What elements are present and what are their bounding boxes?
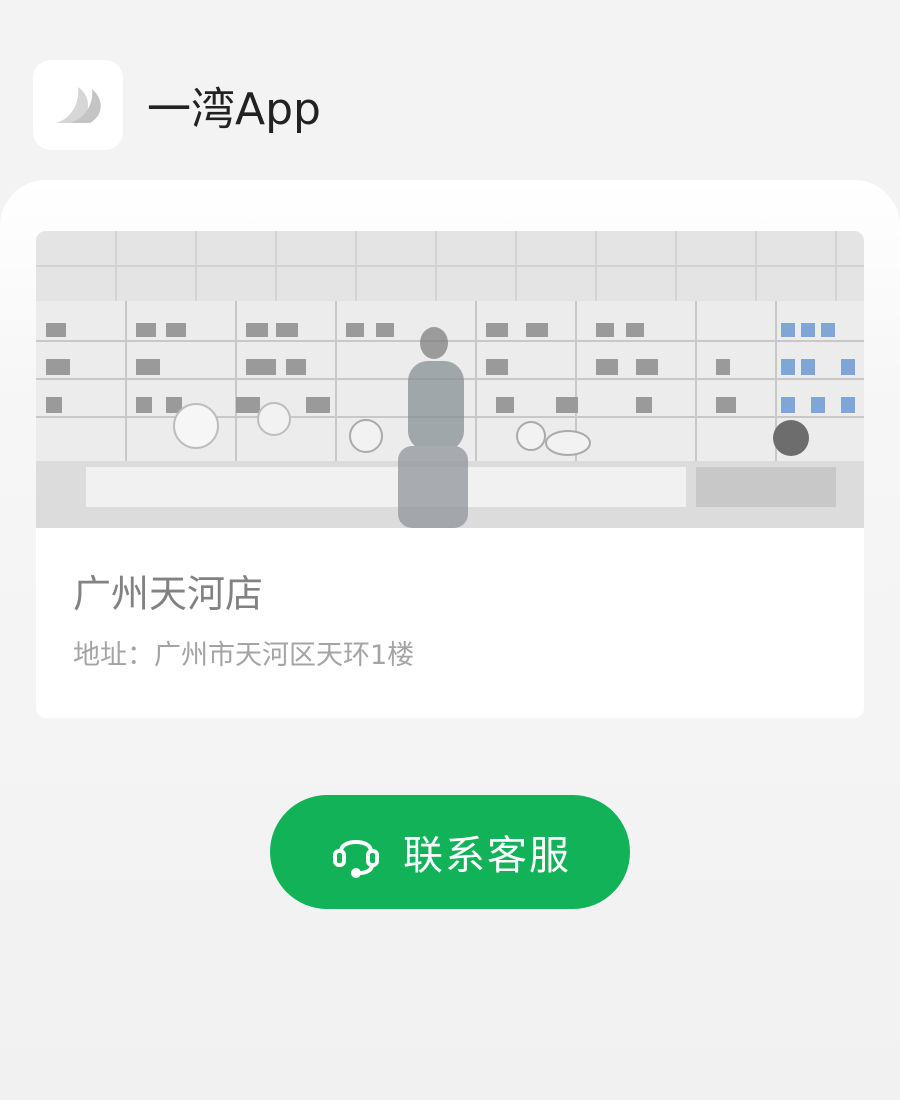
app-logo [33,60,123,150]
store-card[interactable]: 广州天河店 地址：广州市天河区天环1楼 [36,231,864,718]
headset-icon [333,840,379,878]
contact-service-button[interactable]: 联系客服 [270,795,630,909]
app-header: 一湾App [33,60,321,150]
app-name: 一湾App [147,84,321,135]
contact-service-label: 联系客服 [403,834,571,878]
store-address: 地址：广州市天河区天环1楼 [73,640,415,671]
store-image [36,231,864,528]
wave-logo-icon [56,87,101,123]
store-name: 广州天河店 [73,572,264,616]
store-interior-photo [36,231,864,528]
